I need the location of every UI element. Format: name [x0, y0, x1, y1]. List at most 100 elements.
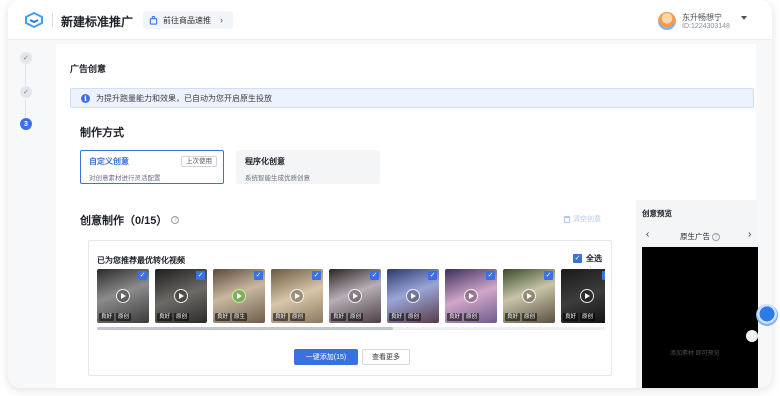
video-thumbnail[interactable]: ✓ 良好原创 — [387, 269, 439, 323]
creative-title-text: 创意制作（0/15） — [80, 215, 168, 227]
video-tags: 良好 原创 — [99, 313, 132, 321]
step-connector — [25, 64, 26, 86]
video-checkbox[interactable]: ✓ — [312, 271, 321, 280]
video-tag: 原创 — [174, 313, 190, 321]
last-used-badge: 上次使用 — [181, 156, 217, 167]
video-checkbox[interactable]: ✓ — [544, 271, 553, 280]
video-tag: 原创 — [522, 313, 538, 321]
preview-screen: 添加素材 即可预览 — [642, 247, 758, 388]
video-tag: 原生 — [232, 313, 248, 321]
video-tag: 原创 — [406, 313, 422, 321]
play-icon[interactable] — [116, 289, 130, 303]
notice-text: 为提升跑量能力和效果，已自动为您开启原生投放 — [96, 93, 272, 103]
video-tag: 良好 — [505, 313, 521, 321]
play-icon[interactable] — [580, 289, 594, 303]
play-icon[interactable] — [174, 289, 188, 303]
user-id: ID:1224303148 — [682, 23, 730, 30]
video-tags: 良好 原创 — [157, 313, 190, 321]
horizontal-scrollbar[interactable] — [97, 327, 605, 330]
option-title: 程序化创意 — [245, 157, 285, 166]
play-icon[interactable] — [522, 289, 536, 303]
video-checkbox[interactable]: ✓ — [196, 271, 205, 280]
video-thumbnail[interactable]: ✓ 良好原创 — [155, 269, 207, 323]
video-tag: 原创 — [580, 313, 596, 321]
video-checkbox[interactable]: ✓ — [428, 271, 437, 280]
toggle-knob[interactable] — [746, 330, 758, 342]
video-thumbnail[interactable]: ✓ 良好原创 — [445, 269, 497, 323]
video-checkbox[interactable]: ✓ — [602, 271, 605, 280]
video-tag: 原创 — [348, 313, 364, 321]
scrollbar-thumb[interactable] — [97, 327, 393, 330]
play-icon[interactable] — [290, 289, 304, 303]
option-programmatic-creative[interactable]: 程序化创意 系统智能生成优质创意 — [236, 150, 380, 184]
video-tags: 良好 原创 — [331, 313, 364, 321]
caret-down-icon[interactable] — [741, 16, 747, 20]
video-thumbnail[interactable]: ✓ 良好原创 — [503, 269, 555, 323]
creative-preview-panel: 创意预览 ‹ 原生广告 ? › 添加素材 即可预览 — [636, 200, 758, 388]
chevron-left-icon[interactable]: ‹ — [646, 229, 649, 240]
view-more-button[interactable]: 查看更多 — [362, 349, 410, 365]
select-all-checkbox[interactable]: ✓ 全选 — [573, 253, 602, 264]
video-checkbox[interactable]: ✓ — [370, 271, 379, 280]
video-tags: 良好 原创 — [447, 313, 480, 321]
video-tag: 良好 — [215, 313, 231, 321]
avatar[interactable] — [658, 12, 676, 30]
creative-title: 创意制作（0/15） ? — [80, 212, 180, 228]
video-checkbox[interactable]: ✓ — [254, 271, 263, 280]
video-checkbox[interactable]: ✓ — [486, 271, 495, 280]
video-tags: 良好 原创 — [563, 313, 596, 321]
video-tags: 良好 原创 — [273, 313, 306, 321]
shopping-bag-icon — [149, 15, 158, 25]
top-header: 新建标准推广 前往商品速推 › 东升畅想宁 ID:1224303148 — [8, 0, 772, 40]
video-tag: 良好 — [447, 313, 463, 321]
step-3-indicator: 3 — [20, 118, 32, 130]
brand-logo-icon — [25, 12, 43, 28]
app-window: 新建标准推广 前往商品速推 › 东升畅想宁 ID:1224303148 ✓ ✓ … — [8, 0, 772, 388]
video-thumbnail-strip: ✓ 良好 原创 ✓ 良好 原创 ✓ 良好 原生 ✓ 良好 原创 ✓ 良好 原创 ✓ 良好 原创 ✓ 良好 原创 ✓ 良好 原创… — [97, 269, 605, 325]
play-icon[interactable] — [464, 289, 478, 303]
preview-empty-text: 添加素材 即可预览 — [670, 351, 720, 357]
video-tag: 良好 — [273, 313, 289, 321]
video-tag: 原创 — [290, 313, 306, 321]
video-thumbnail[interactable]: ✓ 良好原创 — [329, 269, 381, 323]
chevron-right-icon: › — [220, 15, 223, 25]
clear-creatives-button[interactable]: 清空创意 — [564, 214, 601, 224]
video-thumbnail[interactable]: ✓ 良好 原生 — [213, 269, 265, 323]
option-custom-creative[interactable]: 自定义创意 对创意素材进行灵活配置 上次使用 — [80, 150, 224, 184]
video-thumbnail[interactable]: ✓ 良好原创 — [561, 269, 605, 323]
add-all-button[interactable]: 一键添加(15) — [294, 349, 358, 365]
video-tag: 原创 — [116, 313, 132, 321]
header-divider — [52, 13, 53, 27]
video-tag: 原创 — [464, 313, 480, 321]
help-icon[interactable]: ? — [171, 216, 180, 224]
option-desc: 系统智能生成优质创意 — [245, 175, 310, 182]
chevron-right-icon[interactable]: › — [748, 229, 751, 240]
video-thumbnail[interactable]: ✓ 良好原创 — [97, 269, 149, 323]
user-name[interactable]: 东升畅想宁 — [682, 12, 722, 23]
recommend-title: 已为您推荐最优转化视频 — [97, 256, 185, 265]
video-tag: 良好 — [563, 313, 579, 321]
floating-assistant-icon[interactable] — [756, 304, 778, 326]
video-thumbnail[interactable]: ✓ 良好原创 — [271, 269, 323, 323]
chevron-right-icon[interactable]: › — [589, 263, 592, 272]
section-title: 广告创意 — [70, 64, 107, 74]
play-icon[interactable] — [348, 289, 362, 303]
video-tag: 良好 — [157, 313, 173, 321]
trash-icon — [564, 215, 570, 223]
video-tag: 良好 — [331, 313, 347, 321]
option-desc: 对创意素材进行灵活配置 — [89, 175, 161, 182]
play-icon[interactable] — [232, 289, 246, 303]
page-title: 新建标准推广 — [61, 15, 134, 29]
video-tags: 良好 原生 — [215, 313, 248, 321]
check-icon: ✓ — [573, 254, 582, 263]
video-checkbox[interactable]: ✓ — [138, 271, 147, 280]
step-2-check-icon[interactable]: ✓ — [20, 86, 32, 98]
play-icon[interactable] — [406, 289, 420, 303]
video-tag: 良好 — [99, 313, 115, 321]
goods-quick-promo-link[interactable]: 前往商品速推 › — [143, 11, 233, 29]
video-tags: 良好 原创 — [389, 313, 422, 321]
help-icon[interactable]: ? — [712, 232, 720, 241]
step-1-check-icon[interactable]: ✓ — [20, 52, 32, 64]
goods-link-label: 前往商品速推 — [163, 15, 211, 25]
preview-type-text: 原生广告 — [680, 232, 710, 241]
